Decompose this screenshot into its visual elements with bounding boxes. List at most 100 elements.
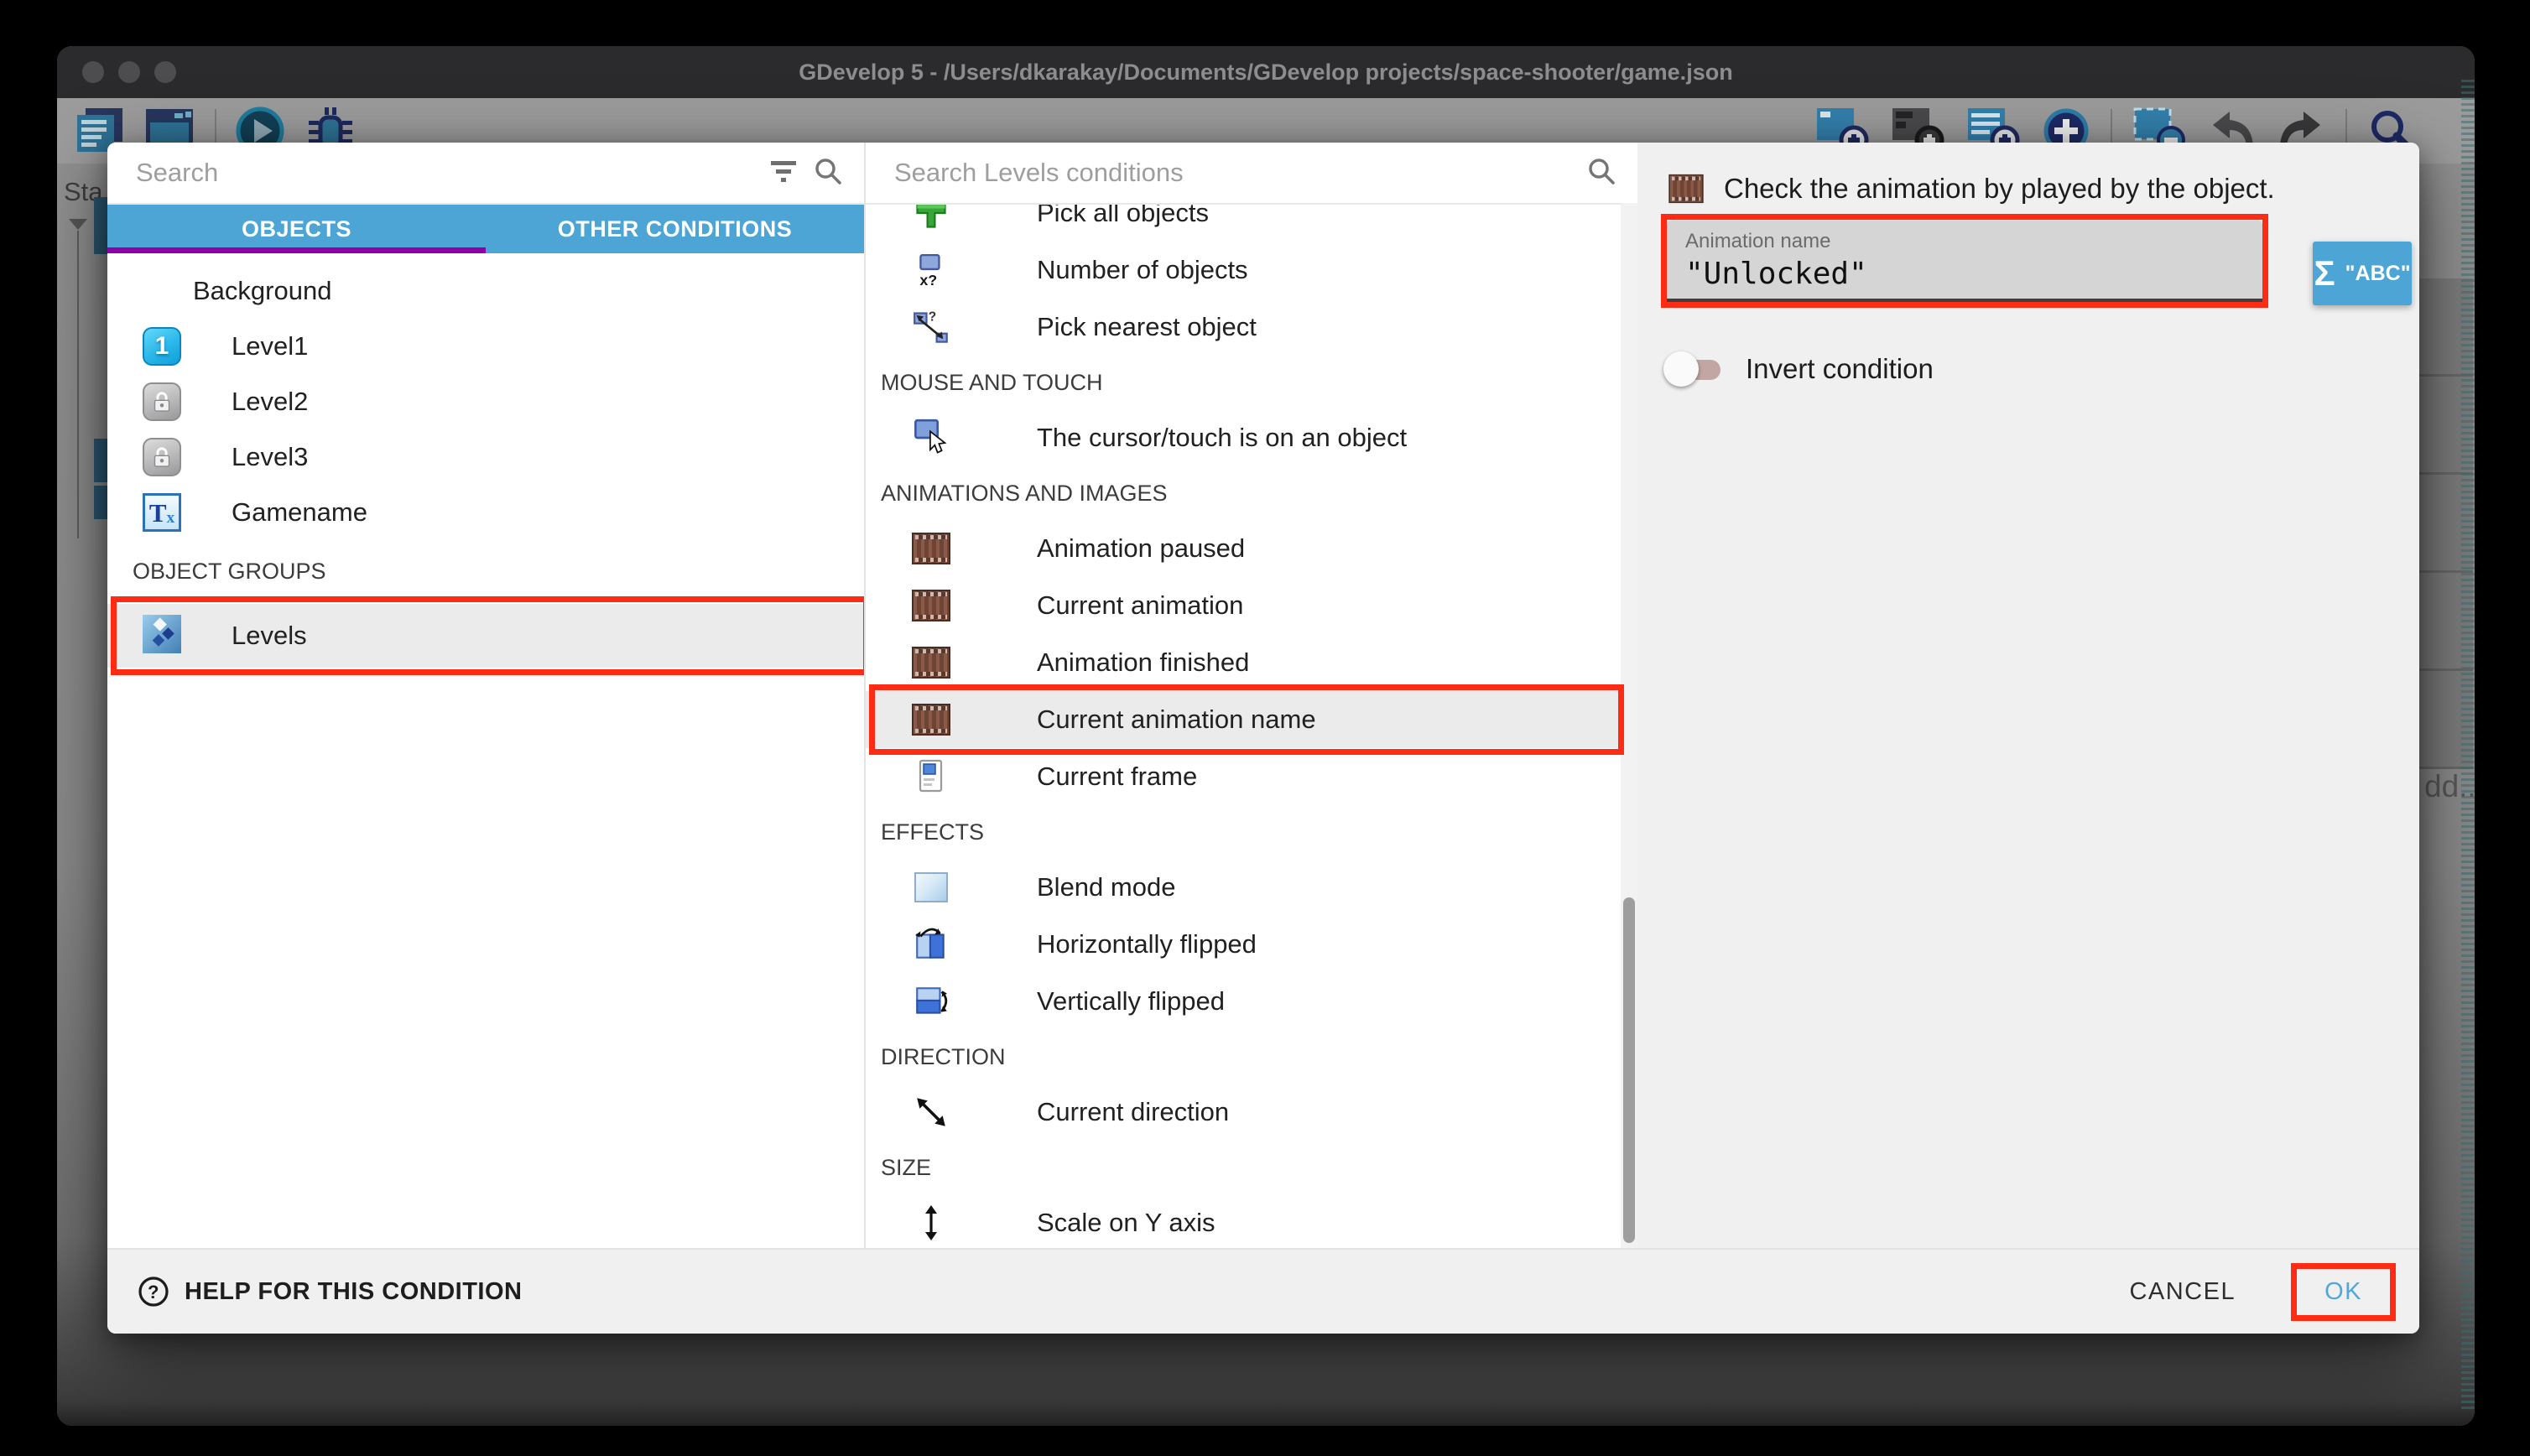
condition-row[interactable]: Scale on Y axis bbox=[866, 1194, 1637, 1248]
cancel-button[interactable]: CANCEL bbox=[2107, 1265, 2257, 1319]
direction-icon bbox=[909, 1095, 953, 1130]
svg-text:?: ? bbox=[148, 1282, 159, 1303]
condition-label: Horizontally flipped bbox=[1037, 929, 1257, 959]
object-label: Level2 bbox=[232, 387, 308, 417]
condition-row[interactable]: Blend mode bbox=[866, 859, 1637, 916]
conditions-panel: Pick all objects x?Number of objects? Pick… bbox=[866, 143, 1637, 1248]
window-title: GDevelop 5 - /Users/dkarakay/Documents/G… bbox=[799, 60, 1732, 86]
frame-icon bbox=[909, 759, 953, 794]
conditions-list: Pick all objects x?Number of objects? Pick… bbox=[866, 205, 1637, 1248]
condition-label: Current animation bbox=[1037, 590, 1243, 621]
condition-dialog: OBJECTS OTHER CONDITIONS Background 1 Leve… bbox=[107, 143, 2419, 1334]
objects-tabs: OBJECTS OTHER CONDITIONS bbox=[107, 205, 864, 253]
object-label: Background bbox=[193, 276, 331, 306]
object-label: Level3 bbox=[232, 442, 308, 472]
condition-label: Animation finished bbox=[1037, 647, 1249, 678]
conditions-search-input[interactable] bbox=[893, 157, 1570, 189]
cursor-icon bbox=[909, 419, 953, 457]
condition-row[interactable]: Animation paused bbox=[866, 520, 1637, 577]
object-row-background[interactable]: Background bbox=[107, 263, 864, 319]
titlebar: GDevelop 5 - /Users/dkarakay/Documents/G… bbox=[57, 46, 2475, 98]
condition-row[interactable]: Current animation name bbox=[866, 691, 1637, 748]
objects-search-input[interactable] bbox=[134, 157, 753, 189]
level1-icon: 1 bbox=[143, 327, 181, 366]
condition-row[interactable]: Current frame bbox=[866, 748, 1637, 805]
lock-icon bbox=[143, 382, 181, 421]
section-header: ANIMATIONS AND IMAGES bbox=[866, 466, 1637, 520]
condition-label: Blend mode bbox=[1037, 872, 1175, 902]
flipv-icon bbox=[909, 983, 953, 1020]
objects-search-row bbox=[107, 143, 864, 205]
help-icon: ? bbox=[138, 1276, 169, 1308]
condition-config-panel: Check the animation by played by the obj… bbox=[1637, 143, 2419, 1248]
film-icon bbox=[909, 704, 953, 736]
animation-icon bbox=[1668, 174, 1703, 203]
object-row-level1[interactable]: 1 Level1 bbox=[107, 319, 864, 374]
ok-button[interactable]: OK bbox=[2296, 1268, 2391, 1316]
pickall-icon bbox=[909, 205, 953, 231]
animation-name-field[interactable]: Animation name "Unlocked" bbox=[1667, 220, 2262, 302]
section-header: DIRECTION bbox=[866, 1030, 1637, 1084]
condition-row[interactable]: Horizontally flipped bbox=[866, 916, 1637, 973]
minimize-window-icon bbox=[118, 61, 140, 83]
condition-label: Current direction bbox=[1037, 1097, 1229, 1127]
desktop-edge-noise bbox=[2461, 80, 2475, 1409]
objects-panel: OBJECTS OTHER CONDITIONS Background 1 Leve… bbox=[107, 143, 866, 1248]
help-button[interactable]: ? HELP FOR THIS CONDITION bbox=[138, 1276, 522, 1308]
object-row-level2[interactable]: Level2 bbox=[107, 374, 864, 429]
condition-label: Vertically flipped bbox=[1037, 986, 1225, 1017]
tab-objects[interactable]: OBJECTS bbox=[107, 205, 486, 253]
object-label: Gamename bbox=[232, 497, 367, 528]
field-value: "Unlocked" bbox=[1685, 257, 2244, 291]
search-icon bbox=[814, 157, 842, 190]
condition-label: Number of objects bbox=[1037, 255, 1248, 285]
blend-icon bbox=[909, 872, 953, 902]
condition-label: Pick all objects bbox=[1037, 205, 1209, 228]
film-icon bbox=[909, 590, 953, 621]
annotation-box-levels bbox=[111, 596, 864, 675]
textobj-icon: Tx bbox=[143, 493, 181, 532]
search-icon bbox=[1587, 157, 1616, 190]
condition-row[interactable]: The cursor/touch is on an object bbox=[866, 409, 1637, 466]
expression-editor-button[interactable]: Σ "ABC" bbox=[2313, 242, 2412, 305]
zoom-window-icon bbox=[154, 61, 176, 83]
object-label: Level1 bbox=[232, 331, 308, 361]
section-header: EFFECTS bbox=[866, 805, 1637, 859]
traffic-lights bbox=[82, 61, 176, 83]
condition-label: The cursor/touch is on an object bbox=[1037, 423, 1407, 453]
svg-text:?: ? bbox=[929, 309, 936, 324]
close-window-icon bbox=[82, 61, 104, 83]
condition-row[interactable]: Current animation bbox=[866, 577, 1637, 634]
scrollbar-thumb[interactable] bbox=[1623, 897, 1635, 1243]
conditions-scrollbar[interactable] bbox=[1621, 203, 1637, 1248]
fliph-icon bbox=[909, 926, 953, 963]
group-row-levels[interactable]: Levels bbox=[107, 604, 864, 668]
condition-row[interactable]: x?Number of objects bbox=[866, 242, 1637, 299]
condition-row[interactable]: Animation finished bbox=[866, 634, 1637, 691]
objects-list: Background1Level1Level2Level3TxGamenameO… bbox=[107, 253, 864, 1248]
invert-condition-toggle[interactable] bbox=[1667, 356, 1722, 382]
condition-label: Current animation name bbox=[1037, 705, 1316, 735]
picknearest-icon: ? bbox=[909, 309, 953, 346]
condition-label: Scale on Y axis bbox=[1037, 1208, 1216, 1238]
condition-row[interactable]: Current direction bbox=[866, 1084, 1637, 1141]
condition-row[interactable]: Vertically flipped bbox=[866, 973, 1637, 1030]
condition-label: Current frame bbox=[1037, 762, 1197, 792]
film-icon bbox=[909, 533, 953, 564]
object-row-gamename[interactable]: Tx Gamename bbox=[107, 485, 864, 540]
field-label: Animation name bbox=[1685, 230, 2244, 253]
tree-indent-line bbox=[77, 231, 79, 538]
sigma-icon: Σ bbox=[2314, 256, 2335, 291]
condition-row[interactable]: Pick all objects bbox=[866, 205, 1637, 242]
tab-other-conditions[interactable]: OTHER CONDITIONS bbox=[486, 205, 864, 253]
condition-label: Animation paused bbox=[1037, 533, 1245, 564]
grouplevels-icon bbox=[143, 615, 181, 658]
section-header: SIZE bbox=[866, 1141, 1637, 1194]
condition-description: Check the animation by played by the obj… bbox=[1667, 173, 2275, 205]
lock-icon bbox=[143, 438, 181, 476]
condition-row[interactable]: ? Pick nearest object bbox=[866, 299, 1637, 356]
condition-label: Pick nearest object bbox=[1037, 312, 1257, 342]
active-tab-underline bbox=[107, 247, 486, 253]
object-row-level3[interactable]: Level3 bbox=[107, 429, 864, 485]
filter-icon[interactable] bbox=[770, 159, 797, 188]
